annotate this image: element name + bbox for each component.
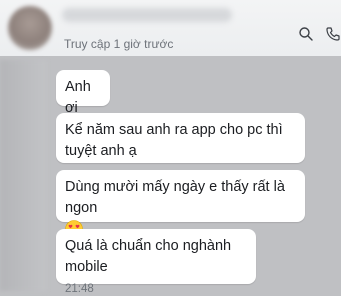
message-bubble[interactable]: Dùng mười mấy ngày e thấy rất là ngon — [56, 170, 305, 238]
message-timestamp: 21:48 — [65, 283, 94, 295]
message-bubble[interactable]: Anh ơi — [56, 70, 110, 116]
message-text: Dùng mười mấy ngày e thấy rất là ngon — [65, 179, 285, 216]
last-seen-status: Truy cập 1 giờ trước — [64, 37, 174, 51]
message-text: Kể năm sau anh ra app cho pc thì tuyệt a… — [65, 122, 283, 159]
search-icon[interactable] — [298, 26, 314, 42]
contact-name-blurred[interactable] — [62, 8, 232, 22]
contact-avatar[interactable] — [8, 6, 52, 50]
message-text: Anh ơi — [65, 79, 91, 116]
call-icon[interactable] — [325, 26, 341, 42]
message-text: Quá là chuẩn cho nghành mobile — [65, 238, 232, 275]
message-bubble[interactable]: Quá là chuẩn cho nghành mobile 21:48 — [56, 229, 256, 295]
message-bubble[interactable]: Kể năm sau anh ra app cho pc thì tuyệt a… — [56, 113, 305, 163]
blurred-background — [0, 60, 46, 291]
chat-header: Truy cập 1 giờ trước — [0, 0, 341, 56]
